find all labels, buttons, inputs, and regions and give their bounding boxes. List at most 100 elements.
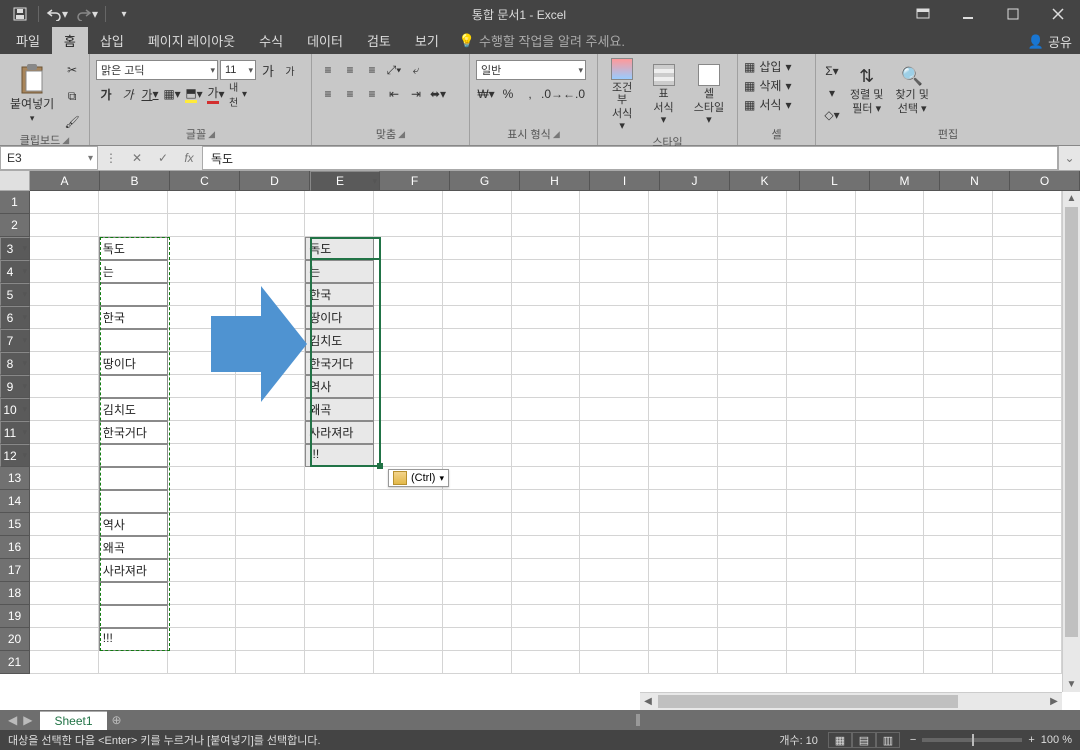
- cell[interactable]: 한국: [99, 306, 168, 329]
- cell[interactable]: [374, 398, 443, 421]
- cell[interactable]: [374, 605, 443, 628]
- cell[interactable]: [580, 444, 649, 467]
- cell[interactable]: 땅이다: [305, 306, 374, 329]
- cell[interactable]: [580, 214, 649, 237]
- cell[interactable]: [924, 306, 993, 329]
- cell[interactable]: [718, 628, 787, 651]
- dialog-launcher-icon[interactable]: ◢: [553, 129, 560, 140]
- font-color-icon[interactable]: 가▾: [206, 84, 226, 104]
- cell[interactable]: [649, 536, 718, 559]
- cell[interactable]: [512, 260, 581, 283]
- cell[interactable]: [787, 329, 856, 352]
- cell[interactable]: [305, 651, 374, 674]
- ribbon-display-icon[interactable]: [900, 0, 945, 28]
- copy-icon[interactable]: ⧉: [62, 86, 82, 106]
- cell[interactable]: [787, 605, 856, 628]
- cell[interactable]: [374, 490, 443, 513]
- cell[interactable]: 독도: [305, 237, 374, 260]
- cell[interactable]: [856, 628, 925, 651]
- cell[interactable]: [374, 559, 443, 582]
- bold-button[interactable]: 가: [96, 84, 116, 104]
- cell[interactable]: [443, 559, 512, 582]
- cell[interactable]: [856, 352, 925, 375]
- cell[interactable]: [649, 398, 718, 421]
- cell[interactable]: [30, 237, 99, 260]
- cell[interactable]: 김치도: [99, 398, 168, 421]
- delete-cells-button[interactable]: ▦삭제 ▾: [744, 77, 809, 94]
- cell[interactable]: [856, 329, 925, 352]
- cell[interactable]: [99, 214, 168, 237]
- col-header-N[interactable]: N: [940, 171, 1010, 191]
- cell-styles-button[interactable]: 셀스타일 ▾: [687, 62, 731, 128]
- cell[interactable]: [512, 306, 581, 329]
- vertical-scrollbar[interactable]: ▲▼: [1062, 191, 1080, 692]
- cell[interactable]: [924, 398, 993, 421]
- row-header-2[interactable]: 2: [0, 214, 30, 237]
- cell[interactable]: [787, 375, 856, 398]
- cell[interactable]: [443, 513, 512, 536]
- cell[interactable]: [993, 628, 1062, 651]
- percent-icon[interactable]: %: [498, 84, 518, 104]
- cell[interactable]: [30, 306, 99, 329]
- cell[interactable]: [856, 398, 925, 421]
- cell[interactable]: [993, 398, 1062, 421]
- align-top-icon[interactable]: ≡: [318, 60, 338, 80]
- cell[interactable]: [99, 375, 168, 398]
- cell[interactable]: [649, 237, 718, 260]
- horizontal-scrollbar[interactable]: ◀▶: [640, 692, 1062, 710]
- cell[interactable]: [374, 421, 443, 444]
- cell[interactable]: [512, 421, 581, 444]
- cell[interactable]: [443, 467, 512, 490]
- cell[interactable]: [649, 421, 718, 444]
- paste-options-tag[interactable]: (Ctrl)▾: [388, 469, 449, 487]
- col-header-K[interactable]: K: [730, 171, 800, 191]
- cell[interactable]: 한국거다: [99, 421, 168, 444]
- cell[interactable]: [787, 559, 856, 582]
- cell[interactable]: [443, 191, 512, 214]
- dialog-launcher-icon[interactable]: ◢: [398, 129, 405, 140]
- cell[interactable]: [649, 191, 718, 214]
- comma-icon[interactable]: ,: [520, 84, 540, 104]
- cell[interactable]: [993, 214, 1062, 237]
- cell[interactable]: [993, 283, 1062, 306]
- row-header-21[interactable]: 21: [0, 651, 30, 674]
- cell[interactable]: [168, 536, 237, 559]
- arrow-shape[interactable]: [211, 286, 307, 402]
- cell[interactable]: [649, 467, 718, 490]
- cell[interactable]: [30, 582, 99, 605]
- cell[interactable]: [718, 352, 787, 375]
- cell[interactable]: [924, 375, 993, 398]
- cell[interactable]: [30, 352, 99, 375]
- cell[interactable]: 는: [99, 260, 168, 283]
- cell[interactable]: [649, 582, 718, 605]
- cell[interactable]: [374, 352, 443, 375]
- row-header-12[interactable]: 12: [0, 444, 30, 467]
- cell[interactable]: [856, 283, 925, 306]
- cell[interactable]: [718, 283, 787, 306]
- cell[interactable]: [236, 628, 305, 651]
- cell[interactable]: [718, 329, 787, 352]
- cell[interactable]: [305, 582, 374, 605]
- indent-dec-icon[interactable]: ⇤: [384, 84, 404, 104]
- col-header-C[interactable]: C: [170, 171, 240, 191]
- cell[interactable]: [718, 191, 787, 214]
- cell[interactable]: [374, 444, 443, 467]
- conditional-format-button[interactable]: 조건부서식 ▾: [604, 56, 640, 134]
- cell[interactable]: [30, 283, 99, 306]
- cell[interactable]: [30, 490, 99, 513]
- dialog-launcher-icon[interactable]: ◢: [62, 135, 69, 146]
- col-header-J[interactable]: J: [660, 171, 730, 191]
- row-header-13[interactable]: 13: [0, 467, 30, 490]
- currency-icon[interactable]: ₩▾: [476, 84, 496, 104]
- fx-icon[interactable]: fx: [176, 151, 202, 165]
- cell[interactable]: [443, 398, 512, 421]
- col-header-F[interactable]: F: [380, 171, 450, 191]
- cell[interactable]: [512, 375, 581, 398]
- cell[interactable]: [99, 329, 168, 352]
- cell[interactable]: [856, 214, 925, 237]
- cell[interactable]: [787, 490, 856, 513]
- tab-view[interactable]: 보기: [403, 27, 451, 54]
- grow-font-icon[interactable]: 가: [258, 60, 278, 80]
- cell[interactable]: 땅이다: [99, 352, 168, 375]
- cell[interactable]: [443, 237, 512, 260]
